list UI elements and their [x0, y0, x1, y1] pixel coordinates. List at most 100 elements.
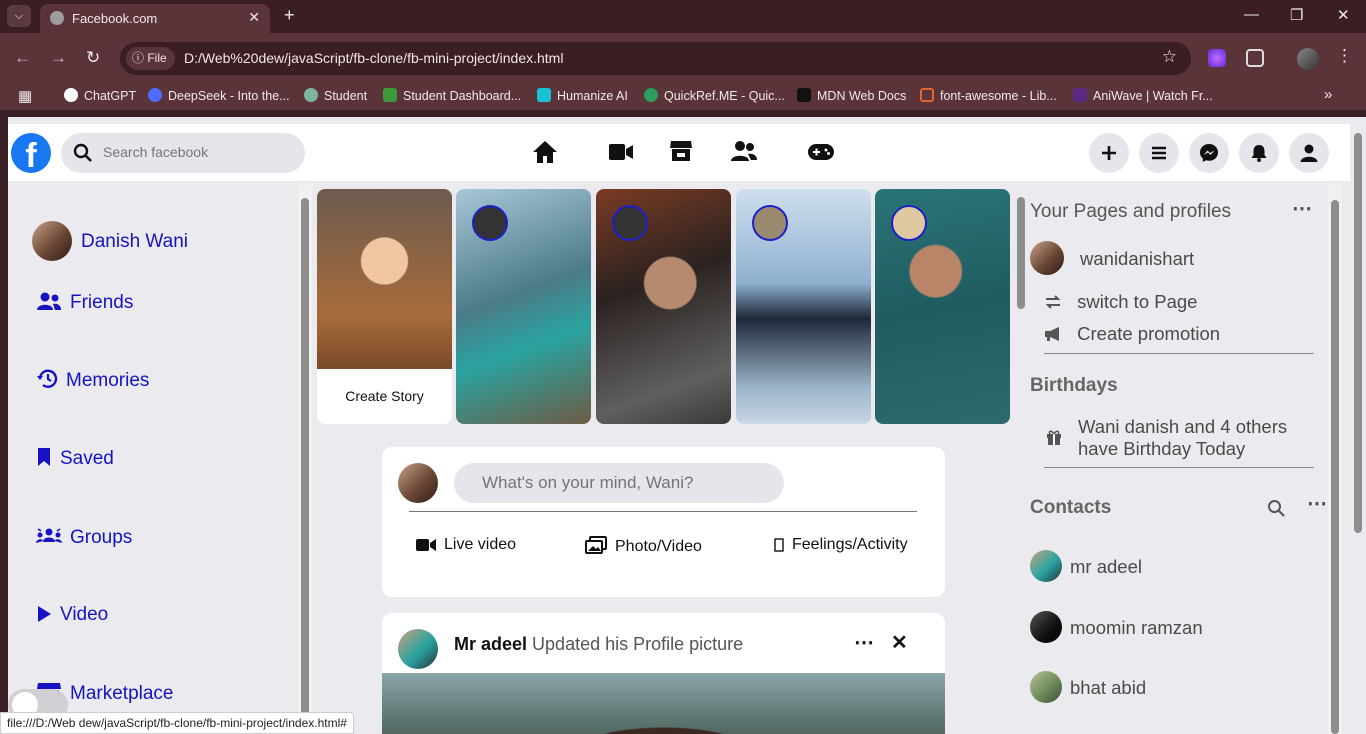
sidebar-item-label: Saved: [60, 448, 114, 469]
status-input[interactable]: [454, 463, 784, 503]
switch-label: switch to Page: [1077, 291, 1198, 312]
sidebar-item-saved[interactable]: Saved: [36, 447, 114, 470]
post-header: Mr adeel Updated his Profile picture: [454, 634, 743, 655]
contacts-more-icon[interactable]: ⋯: [1307, 491, 1327, 516]
user-avatar[interactable]: [32, 221, 72, 261]
story-card[interactable]: [596, 189, 731, 424]
sidebar-item-friends[interactable]: Friends: [36, 291, 133, 314]
site-info-chip[interactable]: ⓘ File: [126, 47, 175, 70]
contact-item[interactable]: mr adeel: [1070, 556, 1142, 578]
contact-avatar: [1030, 671, 1062, 703]
gaming-icon[interactable]: [807, 143, 835, 161]
live-video-button[interactable]: Live video: [416, 536, 516, 554]
menu-button[interactable]: [1139, 133, 1179, 173]
sidebar-item-label: Groups: [70, 527, 133, 548]
video-icon[interactable]: [608, 142, 634, 162]
sidebar-item-video[interactable]: Video: [36, 604, 108, 626]
chatgpt-icon: [64, 88, 78, 102]
create-promotion-link[interactable]: Create promotion: [1044, 323, 1220, 345]
birthday-notice[interactable]: Wani danish and 4 others have Birthday T…: [1078, 416, 1287, 460]
action-label: Feelings/Activity: [792, 536, 908, 553]
restore-button[interactable]: ❐: [1290, 6, 1303, 24]
create-button[interactable]: [1089, 133, 1129, 173]
right-scrollbar[interactable]: [1328, 183, 1342, 734]
messenger-button[interactable]: [1189, 133, 1229, 173]
switch-page-link[interactable]: switch to Page: [1044, 291, 1197, 313]
page-avatar[interactable]: [1030, 241, 1064, 275]
bookmark-humanize[interactable]: Humanize AI: [537, 88, 628, 103]
scrollbar-thumb[interactable]: [301, 198, 309, 734]
browser-tab[interactable]: Facebook.com ✕: [40, 4, 270, 33]
feelings-button[interactable]: Feelings/Activity: [774, 536, 908, 554]
more-bookmarks-icon[interactable]: »: [1324, 86, 1332, 103]
story-card[interactable]: [456, 189, 591, 424]
contact-item[interactable]: moomin ramzan: [1070, 617, 1203, 639]
left-scrollbar[interactable]: [298, 183, 312, 734]
bookmark-deepseek[interactable]: DeepSeek - Into the...: [148, 88, 290, 103]
page-name[interactable]: wanidanishart: [1080, 248, 1194, 270]
search-icon[interactable]: [1267, 499, 1285, 517]
contact-item[interactable]: bhat abid: [1070, 677, 1146, 699]
bookmark-quickref[interactable]: QuickRef.ME - Quic...: [644, 88, 785, 103]
back-icon[interactable]: ←: [14, 48, 31, 68]
scrollbar-thumb[interactable]: [1331, 200, 1339, 734]
bookmark-student-dashboard[interactable]: Student Dashboard...: [383, 88, 521, 103]
scrollbar-thumb[interactable]: [1354, 133, 1362, 533]
messenger-icon: [1200, 144, 1218, 162]
omnibox[interactable]: ⓘ File D:/Web%20dew/javaScript/fb-clone/…: [120, 42, 1191, 75]
sidebar-item-groups[interactable]: Groups: [36, 526, 132, 549]
facebook-logo[interactable]: f: [11, 133, 51, 175]
scrollbar-thumb[interactable]: [1017, 197, 1025, 309]
feelings-icon: [774, 538, 784, 552]
facebook-navbar: f: [8, 124, 1350, 181]
create-story-label: Create Story: [345, 388, 424, 404]
action-label: Photo/Video: [615, 538, 702, 555]
contact-avatar: [1030, 550, 1062, 582]
url-text[interactable]: D:/Web%20dew/javaScript/fb-clone/fb-mini…: [184, 50, 563, 66]
stories-scrollbar[interactable]: [1014, 183, 1028, 734]
gift-icon: [1047, 430, 1061, 445]
profile-avatar[interactable]: [1297, 48, 1319, 70]
post-image[interactable]: [382, 673, 945, 734]
page-scrollbar[interactable]: [1350, 117, 1366, 734]
close-window-button[interactable]: ✕: [1337, 6, 1350, 24]
apps-grid-icon[interactable]: ▦: [18, 87, 32, 105]
more-options-icon[interactable]: ⋯: [854, 630, 874, 655]
sidebar-item-memories[interactable]: Memories: [36, 369, 149, 392]
extension-icon[interactable]: [1208, 49, 1226, 67]
sidebar-item-label: Marketplace: [70, 683, 174, 704]
pages-more-icon[interactable]: ⋯: [1292, 196, 1312, 221]
search-box[interactable]: [61, 133, 305, 173]
bookmark-chatgpt[interactable]: ChatGPT: [64, 88, 136, 103]
bookmark-student[interactable]: Student: [304, 88, 367, 103]
store-icon[interactable]: [669, 139, 693, 163]
menu-dots-icon[interactable]: ⋮: [1336, 46, 1353, 66]
bookmark-star-icon[interactable]: ☆: [1162, 47, 1177, 67]
globe-icon: [50, 11, 64, 25]
post-author[interactable]: Mr adeel: [454, 634, 527, 654]
puzzle-icon[interactable]: [1246, 49, 1264, 67]
close-tab-icon[interactable]: ✕: [248, 9, 260, 26]
tab-search-button[interactable]: ⌵: [7, 5, 31, 27]
birthdays-title: Birthdays: [1030, 375, 1118, 396]
reload-icon[interactable]: ↻: [86, 48, 100, 68]
friends-icon[interactable]: [730, 139, 758, 163]
photo-video-button[interactable]: Photo/Video: [585, 536, 702, 556]
create-story-card[interactable]: Create Story: [317, 189, 452, 424]
bookmark-mdn[interactable]: MDN Web Docs: [797, 88, 906, 103]
forward-icon[interactable]: →: [50, 48, 67, 68]
post-author-avatar[interactable]: [398, 629, 438, 669]
new-tab-button[interactable]: +: [284, 5, 295, 26]
close-icon[interactable]: ✕: [891, 630, 908, 655]
search-input[interactable]: [103, 144, 293, 160]
story-card[interactable]: [736, 189, 871, 424]
story-card[interactable]: [875, 189, 1010, 424]
profile-link[interactable]: Danish Wani: [81, 231, 188, 253]
bookmark-aniwave[interactable]: AniWave | Watch Fr...: [1073, 88, 1213, 103]
bookmark-font-awesome[interactable]: font-awesome - Lib...: [920, 88, 1057, 103]
create-story-image: [317, 189, 452, 369]
account-button[interactable]: [1289, 133, 1329, 173]
notifications-button[interactable]: [1239, 133, 1279, 173]
home-icon[interactable]: [532, 140, 558, 164]
minimize-button[interactable]: —: [1244, 6, 1259, 23]
